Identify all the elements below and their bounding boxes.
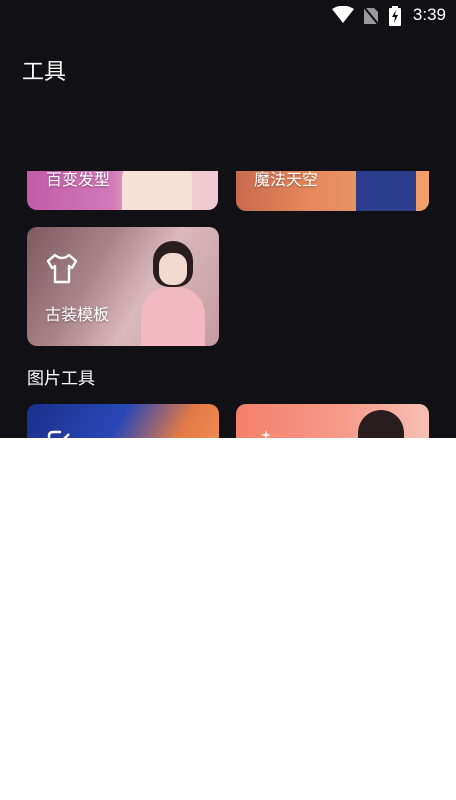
battery-charging-icon	[389, 6, 401, 30]
edit-icon	[47, 430, 73, 438]
model-photo	[137, 233, 207, 346]
shirt-icon	[45, 253, 79, 289]
magic-wand-icon	[260, 430, 278, 438]
section-title-photo-tools: 图片工具	[27, 369, 95, 389]
costume-template-card[interactable]: 古装模板	[27, 227, 219, 346]
status-bar: 3:39	[0, 0, 456, 30]
magic-wand-card[interactable]	[236, 404, 429, 438]
card-label: 古装模板	[45, 305, 110, 324]
model-photo	[358, 410, 404, 438]
wifi-icon	[332, 5, 354, 28]
blank-area	[0, 438, 456, 800]
tools-screen: 3:39 工具 百变发型 魔法天空 古装模板 图片工具	[0, 0, 456, 438]
status-time: 3:39	[412, 5, 446, 24]
photo-edit-card[interactable]	[27, 404, 219, 438]
no-sim-icon	[363, 6, 379, 28]
page-title: 工具	[22, 60, 67, 85]
